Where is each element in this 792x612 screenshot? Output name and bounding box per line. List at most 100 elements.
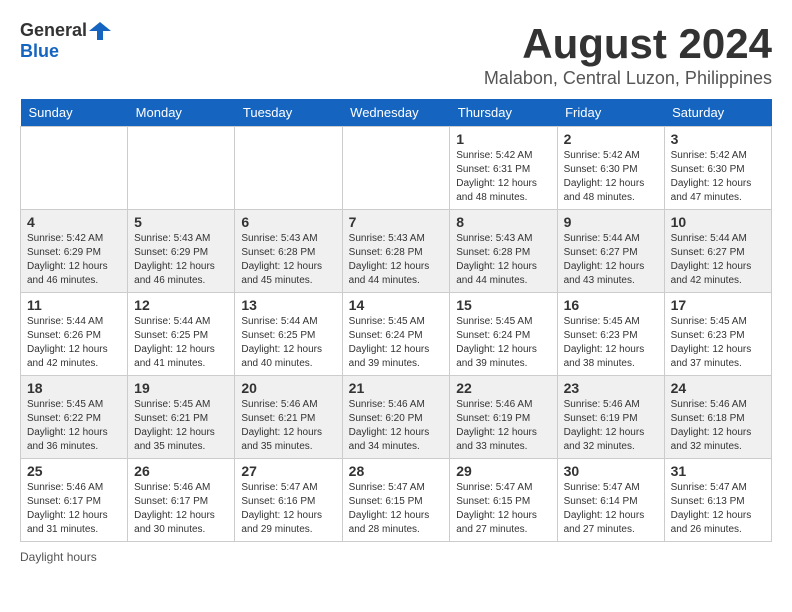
- day-info: Sunrise: 5:44 AM Sunset: 6:26 PM Dayligh…: [27, 315, 121, 371]
- day-info: Sunrise: 5:43 AM Sunset: 6:28 PM Dayligh…: [349, 232, 444, 288]
- calendar-cell: 1Sunrise: 5:42 AM Sunset: 6:31 PM Daylig…: [450, 127, 557, 210]
- calendar-cell: 19 Sunrise: 5:45 AM Sunset: 6:21 PM Dayli…: [128, 376, 235, 459]
- calendar-cell: 31 Sunrise: 5:47 AM Sunset: 6:13 PM Dayli…: [664, 459, 771, 542]
- calendar-cell: 22 Sunrise: 5:46 AM Sunset: 6:19 PM Dayli…: [450, 376, 557, 459]
- calendar-cell: 30 Sunrise: 5:47 AM Sunset: 6:14 PM Dayli…: [557, 459, 664, 542]
- day-number: 20: [241, 380, 335, 396]
- day-info: Sunrise: 5:47 AM Sunset: 6:16 PM Dayligh…: [241, 481, 335, 537]
- day-info: Sunrise: 5:45 AM Sunset: 6:22 PM Dayligh…: [27, 398, 121, 454]
- calendar-week-4: 18 Sunrise: 5:45 AM Sunset: 6:22 PM Dayli…: [21, 376, 772, 459]
- calendar-cell: 5 Sunrise: 5:43 AM Sunset: 6:29 PM Daylig…: [128, 210, 235, 293]
- daylight-label: Daylight hours: [20, 550, 97, 564]
- day-info: Sunrise: 5:44 AM Sunset: 6:27 PM Dayligh…: [564, 232, 658, 288]
- title-section: August 2024 Malabon, Central Luzon, Phil…: [484, 20, 772, 89]
- day-number: 5: [134, 214, 228, 230]
- logo-general-text: General: [20, 21, 87, 41]
- day-info: Sunrise: 5:45 AM Sunset: 6:23 PM Dayligh…: [564, 315, 658, 371]
- day-info: Sunrise: 5:43 AM Sunset: 6:28 PM Dayligh…: [456, 232, 550, 288]
- calendar-cell: 12Sunrise: 5:44 AM Sunset: 6:25 PM Dayli…: [128, 293, 235, 376]
- day-header-monday: Monday: [128, 99, 235, 127]
- day-info: Sunrise: 5:46 AM Sunset: 6:17 PM Dayligh…: [27, 481, 121, 537]
- calendar-cell: 25 Sunrise: 5:46 AM Sunset: 6:17 PM Dayli…: [21, 459, 128, 542]
- day-number: 2: [564, 131, 658, 147]
- day-number: 29: [456, 463, 550, 479]
- day-info: Sunrise: 5:46 AM Sunset: 6:19 PM Dayligh…: [564, 398, 658, 454]
- day-info: Sunrise: 5:45 AM Sunset: 6:24 PM Dayligh…: [456, 315, 550, 371]
- day-info: Sunrise: 5:47 AM Sunset: 6:14 PM Dayligh…: [564, 481, 658, 537]
- day-info: Sunrise: 5:42 AM Sunset: 6:29 PM Dayligh…: [27, 232, 121, 288]
- day-info: Sunrise: 5:47 AM Sunset: 6:13 PM Dayligh…: [671, 481, 765, 537]
- day-number: 21: [349, 380, 444, 396]
- calendar-cell: 20 Sunrise: 5:46 AM Sunset: 6:21 PM Dayli…: [235, 376, 342, 459]
- logo-blue-text: Blue: [20, 42, 111, 62]
- calendar-week-2: 4 Sunrise: 5:42 AM Sunset: 6:29 PM Daylig…: [21, 210, 772, 293]
- calendar-cell: [128, 127, 235, 210]
- calendar-cell: 4 Sunrise: 5:42 AM Sunset: 6:29 PM Daylig…: [21, 210, 128, 293]
- day-header-friday: Friday: [557, 99, 664, 127]
- day-number: 25: [27, 463, 121, 479]
- calendar-cell: 10Sunrise: 5:44 AM Sunset: 6:27 PM Dayli…: [664, 210, 771, 293]
- day-number: 17: [671, 297, 765, 313]
- day-number: 6: [241, 214, 335, 230]
- day-info: Sunrise: 5:45 AM Sunset: 6:21 PM Dayligh…: [134, 398, 228, 454]
- header-row: SundayMondayTuesdayWednesdayThursdayFrid…: [21, 99, 772, 127]
- calendar-cell: [342, 127, 450, 210]
- calendar-cell: 8Sunrise: 5:43 AM Sunset: 6:28 PM Daylig…: [450, 210, 557, 293]
- day-info: Sunrise: 5:43 AM Sunset: 6:29 PM Dayligh…: [134, 232, 228, 288]
- month-title: August 2024: [484, 20, 772, 68]
- calendar-cell: 23Sunrise: 5:46 AM Sunset: 6:19 PM Dayli…: [557, 376, 664, 459]
- day-info: Sunrise: 5:42 AM Sunset: 6:30 PM Dayligh…: [564, 149, 658, 205]
- day-number: 16: [564, 297, 658, 313]
- day-number: 22: [456, 380, 550, 396]
- day-header-sunday: Sunday: [21, 99, 128, 127]
- day-header-thursday: Thursday: [450, 99, 557, 127]
- day-number: 30: [564, 463, 658, 479]
- day-info: Sunrise: 5:45 AM Sunset: 6:24 PM Dayligh…: [349, 315, 444, 371]
- day-info: Sunrise: 5:46 AM Sunset: 6:19 PM Dayligh…: [456, 398, 550, 454]
- calendar-cell: 27 Sunrise: 5:47 AM Sunset: 6:16 PM Dayli…: [235, 459, 342, 542]
- calendar-cell: 21 Sunrise: 5:46 AM Sunset: 6:20 PM Dayli…: [342, 376, 450, 459]
- calendar-cell: 15Sunrise: 5:45 AM Sunset: 6:24 PM Dayli…: [450, 293, 557, 376]
- day-info: Sunrise: 5:47 AM Sunset: 6:15 PM Dayligh…: [349, 481, 444, 537]
- calendar-cell: 28 Sunrise: 5:47 AM Sunset: 6:15 PM Dayli…: [342, 459, 450, 542]
- calendar-cell: 26 Sunrise: 5:46 AM Sunset: 6:17 PM Dayli…: [128, 459, 235, 542]
- day-number: 1: [456, 131, 550, 147]
- calendar-cell: 24Sunrise: 5:46 AM Sunset: 6:18 PM Dayli…: [664, 376, 771, 459]
- day-info: Sunrise: 5:46 AM Sunset: 6:21 PM Dayligh…: [241, 398, 335, 454]
- day-number: 13: [241, 297, 335, 313]
- calendar-week-1: 1Sunrise: 5:42 AM Sunset: 6:31 PM Daylig…: [21, 127, 772, 210]
- calendar-cell: 18 Sunrise: 5:45 AM Sunset: 6:22 PM Dayli…: [21, 376, 128, 459]
- calendar-week-5: 25 Sunrise: 5:46 AM Sunset: 6:17 PM Dayli…: [21, 459, 772, 542]
- day-number: 31: [671, 463, 765, 479]
- day-header-saturday: Saturday: [664, 99, 771, 127]
- day-number: 26: [134, 463, 228, 479]
- day-info: Sunrise: 5:44 AM Sunset: 6:27 PM Dayligh…: [671, 232, 765, 288]
- day-number: 4: [27, 214, 121, 230]
- calendar-cell: 7 Sunrise: 5:43 AM Sunset: 6:28 PM Daylig…: [342, 210, 450, 293]
- calendar-cell: 17Sunrise: 5:45 AM Sunset: 6:23 PM Dayli…: [664, 293, 771, 376]
- day-header-tuesday: Tuesday: [235, 99, 342, 127]
- calendar-cell: 2 Sunrise: 5:42 AM Sunset: 6:30 PM Daylig…: [557, 127, 664, 210]
- day-header-wednesday: Wednesday: [342, 99, 450, 127]
- day-info: Sunrise: 5:44 AM Sunset: 6:25 PM Dayligh…: [134, 315, 228, 371]
- day-info: Sunrise: 5:44 AM Sunset: 6:25 PM Dayligh…: [241, 315, 335, 371]
- day-number: 18: [27, 380, 121, 396]
- day-number: 27: [241, 463, 335, 479]
- day-info: Sunrise: 5:42 AM Sunset: 6:30 PM Dayligh…: [671, 149, 765, 205]
- calendar-cell: 6Sunrise: 5:43 AM Sunset: 6:28 PM Daylig…: [235, 210, 342, 293]
- day-number: 28: [349, 463, 444, 479]
- calendar-cell: 29Sunrise: 5:47 AM Sunset: 6:15 PM Dayli…: [450, 459, 557, 542]
- calendar-cell: 11Sunrise: 5:44 AM Sunset: 6:26 PM Dayli…: [21, 293, 128, 376]
- calendar-cell: 9 Sunrise: 5:44 AM Sunset: 6:27 PM Daylig…: [557, 210, 664, 293]
- day-number: 9: [564, 214, 658, 230]
- day-number: 24: [671, 380, 765, 396]
- day-number: 7: [349, 214, 444, 230]
- day-number: 19: [134, 380, 228, 396]
- day-info: Sunrise: 5:46 AM Sunset: 6:17 PM Dayligh…: [134, 481, 228, 537]
- footer: Daylight hours: [20, 550, 772, 564]
- calendar-cell: 3Sunrise: 5:42 AM Sunset: 6:30 PM Daylig…: [664, 127, 771, 210]
- day-info: Sunrise: 5:46 AM Sunset: 6:20 PM Dayligh…: [349, 398, 444, 454]
- calendar-cell: [235, 127, 342, 210]
- logo-bird-icon: [89, 20, 111, 42]
- calendar-week-3: 11Sunrise: 5:44 AM Sunset: 6:26 PM Dayli…: [21, 293, 772, 376]
